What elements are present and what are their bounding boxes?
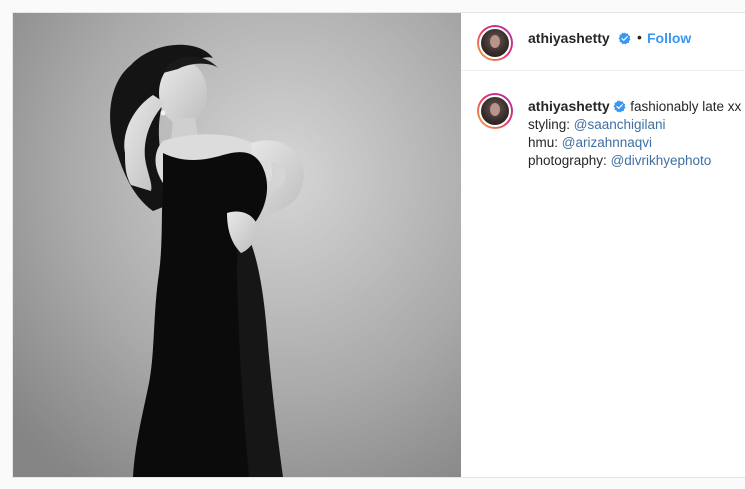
caption-styling-label: styling: — [528, 117, 574, 132]
post-photo[interactable] — [13, 13, 461, 477]
caption-photography-line: photography: @divrikhyephoto — [528, 152, 745, 170]
verified-badge-icon — [618, 32, 631, 45]
caption-hmu-line: hmu: @arizahnnaqvi — [528, 134, 745, 152]
caption-styling-line: styling: @saanchigilani — [528, 116, 745, 134]
instagram-post-frame: athiyashetty • Follow athiyashetty fashi… — [0, 0, 745, 489]
portrait-photo — [13, 13, 461, 477]
follow-button[interactable]: Follow — [647, 30, 691, 46]
hmu-mention-link[interactable]: @arizahnnaqvi — [562, 135, 652, 150]
post-header: athiyashetty • Follow — [461, 13, 745, 71]
styling-mention-link[interactable]: @saanchigilani — [574, 117, 666, 132]
author-username[interactable]: athiyashetty — [528, 30, 610, 46]
post-card: athiyashetty • Follow athiyashetty fashi… — [12, 12, 745, 478]
caption-avatar-icon[interactable] — [477, 93, 513, 129]
caption-body: fashionably late xx — [630, 99, 742, 114]
caption-username[interactable]: athiyashetty — [528, 98, 610, 114]
header-separator: • — [637, 29, 642, 45]
caption-text: athiyashetty fashionably late xx styling… — [528, 97, 745, 170]
caption-first-line: athiyashetty fashionably late xx — [528, 97, 745, 116]
photography-mention-link[interactable]: @divrikhyephoto — [611, 153, 712, 168]
post-sidebar: athiyashetty • Follow athiyashetty fashi… — [461, 13, 745, 477]
caption-verified-badge-icon — [613, 100, 626, 113]
caption-hmu-label: hmu: — [528, 135, 562, 150]
caption-photography-label: photography: — [528, 153, 611, 168]
profile-photo-icon[interactable] — [477, 25, 513, 61]
